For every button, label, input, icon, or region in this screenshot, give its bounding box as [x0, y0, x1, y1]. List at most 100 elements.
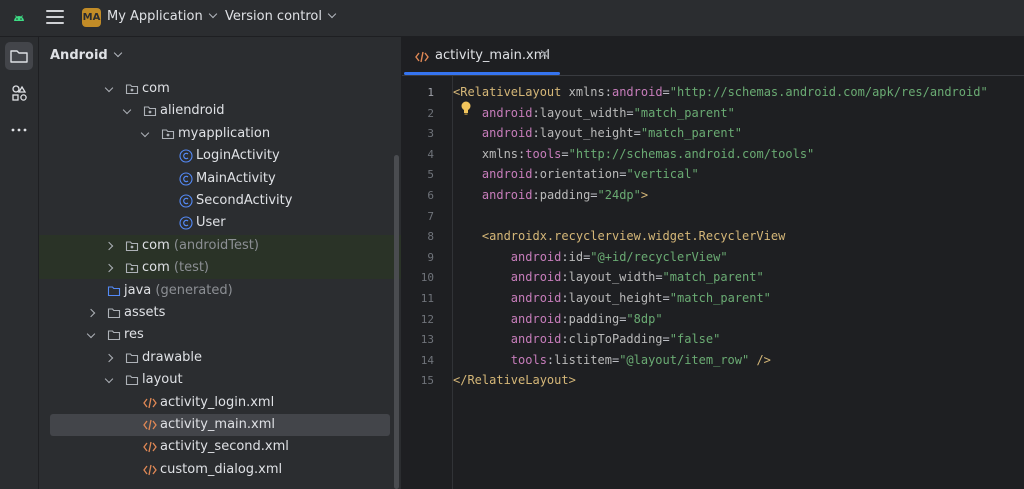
tab-label: activity_main.xml — [435, 48, 551, 63]
line-number-gutter: 1 2 3 4 5 6 7 8 9 10 11 12 13 14 15 — [402, 76, 452, 489]
tree-file-item[interactable]: activity_main.xml — [50, 414, 390, 436]
tree-item-label: MainActivity — [196, 170, 276, 186]
xml-file-icon — [143, 396, 157, 410]
version-control-menu[interactable]: Version control — [225, 9, 337, 24]
code-token: = — [662, 332, 670, 347]
chevron-down-icon[interactable] — [86, 330, 96, 339]
project-view-selector[interactable]: Android — [50, 48, 122, 63]
code-line: android:layout_height="match_parent" — [453, 288, 771, 309]
code-token: "@+id/recyclerView" — [590, 249, 728, 264]
tree-folder-item[interactable]: myapplication — [39, 123, 401, 145]
tree-file-item[interactable]: custom_dialog.xml — [39, 459, 401, 481]
code-area[interactable]: <RelativeLayout xmlns:android="http://sc… — [452, 76, 1024, 489]
chevron-down-icon[interactable] — [104, 83, 114, 93]
code-token: android — [453, 105, 533, 120]
chevron-down-icon — [208, 9, 217, 19]
chevron-down-icon — [113, 48, 122, 58]
chevron-right-icon[interactable] — [104, 263, 114, 273]
code-line: android:orientation="vertical" — [453, 164, 699, 185]
xml-file-icon — [143, 463, 157, 477]
code-token: "match_parent" — [640, 126, 743, 141]
line-number: 2 — [427, 106, 434, 120]
chevron-down-icon[interactable] — [104, 374, 114, 384]
line-number: 8 — [427, 230, 434, 244]
code-token: android — [453, 291, 562, 305]
code-token: = — [590, 188, 598, 202]
tab-activity-main[interactable]: activity_main.xml × — [402, 37, 560, 75]
code-line: <RelativeLayout xmlns:android="http://sc… — [453, 82, 988, 103]
code-token: : — [561, 332, 569, 347]
code-line: android:clipToPadding="false" — [453, 329, 721, 350]
tree-item-label: assets — [124, 305, 166, 320]
chevron-down-icon[interactable] — [122, 106, 132, 115]
project-badge[interactable]: MA — [82, 8, 101, 27]
tree-folder-item[interactable]: layout — [39, 369, 401, 391]
tree-file-item[interactable]: activity_login.xml — [39, 392, 401, 414]
close-icon[interactable]: × — [539, 47, 550, 62]
tree-item-label: layout — [142, 372, 183, 388]
chevron-right-icon[interactable] — [104, 353, 114, 363]
code-token: android — [453, 167, 533, 182]
tree-folder-item[interactable]: com (androidTest) — [39, 234, 401, 257]
code-token: layout_height — [568, 291, 663, 305]
code-token: androidx.recyclerview.widget.RecyclerVie… — [489, 229, 786, 244]
project-selector[interactable]: My Application — [107, 9, 217, 24]
more-tools-button[interactable] — [5, 116, 33, 144]
tree-folder-item[interactable]: drawable — [39, 347, 401, 369]
title-bar: MA My Application Version control — [0, 0, 1024, 37]
tree-folder-item[interactable]: java (generated) — [39, 280, 401, 302]
code-token: : — [532, 188, 540, 202]
tree-item-label: com (test) — [142, 260, 210, 276]
xml-file-icon — [143, 418, 157, 432]
package-icon — [125, 239, 139, 253]
code-token: padding — [568, 311, 620, 326]
chevron-down-icon[interactable] — [140, 128, 150, 138]
code-token: "match_parent" — [662, 270, 764, 285]
tree-item-suffix: (test) — [169, 260, 210, 276]
class-icon — [179, 149, 193, 163]
tree-item-label: User — [196, 215, 226, 231]
package-icon — [125, 82, 139, 96]
class-icon — [179, 172, 193, 186]
tree-item-label: com — [142, 81, 170, 96]
tree-item-label: SecondActivity — [196, 193, 293, 208]
tree-folder-item[interactable]: com — [39, 78, 401, 100]
folder-icon — [10, 50, 28, 63]
tree-folder-item[interactable]: aliendroid — [39, 100, 401, 122]
folder-icon — [107, 328, 121, 342]
tree-folder-item[interactable]: assets — [39, 302, 401, 324]
code-token: : — [561, 249, 569, 264]
code-token: "http://schemas.android.com/apk/res/andr… — [669, 85, 988, 99]
tree-item-label: LoginActivity — [196, 148, 280, 164]
tree-file-item[interactable]: User — [39, 212, 401, 234]
code-token: android — [453, 126, 533, 141]
code-token: : — [532, 105, 540, 120]
code-token: xmlns — [568, 85, 605, 99]
tree-file-item[interactable]: SecondActivity — [39, 190, 401, 212]
class-icon — [179, 216, 193, 230]
code-token: "@layout/item_row" — [619, 352, 750, 367]
tree-file-item[interactable]: activity_second.xml — [39, 436, 401, 458]
xml-file-icon — [143, 440, 157, 454]
android-icon[interactable] — [11, 10, 27, 26]
code-token: "match_parent" — [669, 291, 771, 305]
code-token: android — [453, 249, 562, 264]
tree-folder-item[interactable]: com (test) — [39, 257, 401, 280]
main-menu-icon[interactable] — [46, 10, 64, 26]
resource-manager-button[interactable] — [5, 79, 33, 107]
generated-folder-icon — [107, 284, 121, 298]
tree-folder-item[interactable]: res — [39, 324, 401, 346]
folder-icon — [125, 351, 139, 365]
tree-scrollbar[interactable] — [394, 155, 399, 489]
tree-item-label: java (generated) — [124, 282, 233, 298]
tree-file-item[interactable]: LoginActivity — [39, 145, 401, 167]
code-token: tools — [453, 352, 547, 367]
chevron-right-icon[interactable] — [86, 308, 96, 318]
xml-file-icon — [415, 51, 429, 63]
tree-item-suffix: (generated) — [151, 282, 233, 298]
project-tool-button[interactable] — [5, 42, 33, 70]
code-token: android — [453, 270, 562, 285]
chevron-right-icon[interactable] — [104, 241, 114, 251]
tree-file-item[interactable]: MainActivity — [39, 168, 401, 190]
code-line: android:layout_width="match_parent" — [453, 267, 764, 288]
